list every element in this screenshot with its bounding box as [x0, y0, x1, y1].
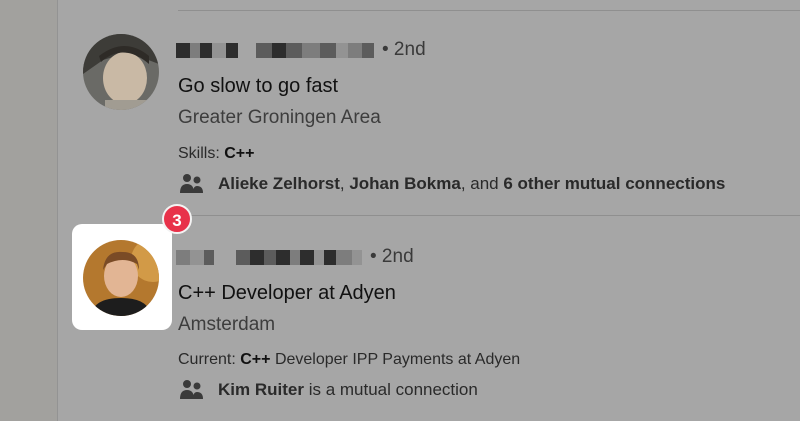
headline: Go slow to go fast — [178, 75, 339, 97]
detail-bold: C++ — [224, 145, 255, 162]
name-redacted[interactable]: • 2nd — [176, 38, 426, 62]
divider — [178, 10, 800, 11]
mutual-connections[interactable]: Kim Ruiter is a mutual connection — [180, 379, 478, 401]
divider — [178, 215, 800, 216]
people-icon — [180, 380, 203, 399]
mutual-connections[interactable]: Alieke Zelhorst , Johan Bokma , and 6 ot… — [180, 173, 725, 195]
location: Amsterdam — [178, 314, 276, 335]
mutual-text: is a mutual connection — [303, 380, 478, 399]
avatar[interactable] — [83, 240, 159, 316]
current-position-line: Current: C++ Developer IPP Payments at A… — [178, 351, 520, 369]
mutual-name[interactable]: Johan Bokma — [349, 174, 460, 194]
separator: , and — [460, 174, 504, 193]
location: Greater Groningen Area — [178, 107, 381, 128]
detail-label: Current: — [178, 351, 236, 368]
skills-line: Skills: C++ — [178, 145, 254, 163]
detail-label: Skills: — [178, 145, 220, 162]
connection-degree: • 2nd — [382, 39, 426, 60]
headline: C++ Developer at Adyen — [178, 282, 396, 304]
avatar[interactable] — [83, 34, 159, 110]
name-redacted[interactable]: • 2nd — [176, 245, 414, 269]
connection-degree: • 2nd — [370, 246, 414, 267]
people-icon — [180, 174, 203, 193]
separator: , — [339, 174, 350, 193]
detail-rest: Developer IPP Payments at Adyen — [274, 351, 521, 368]
step-badge: 3 — [162, 204, 192, 234]
left-gutter — [0, 0, 58, 421]
mutual-name[interactable]: Kim Ruiter — [218, 380, 304, 400]
detail-bold: C++ — [240, 351, 271, 368]
mutual-others-link[interactable]: 6 other mutual connections — [503, 174, 725, 194]
mutual-name[interactable]: Alieke Zelhorst — [218, 174, 340, 194]
